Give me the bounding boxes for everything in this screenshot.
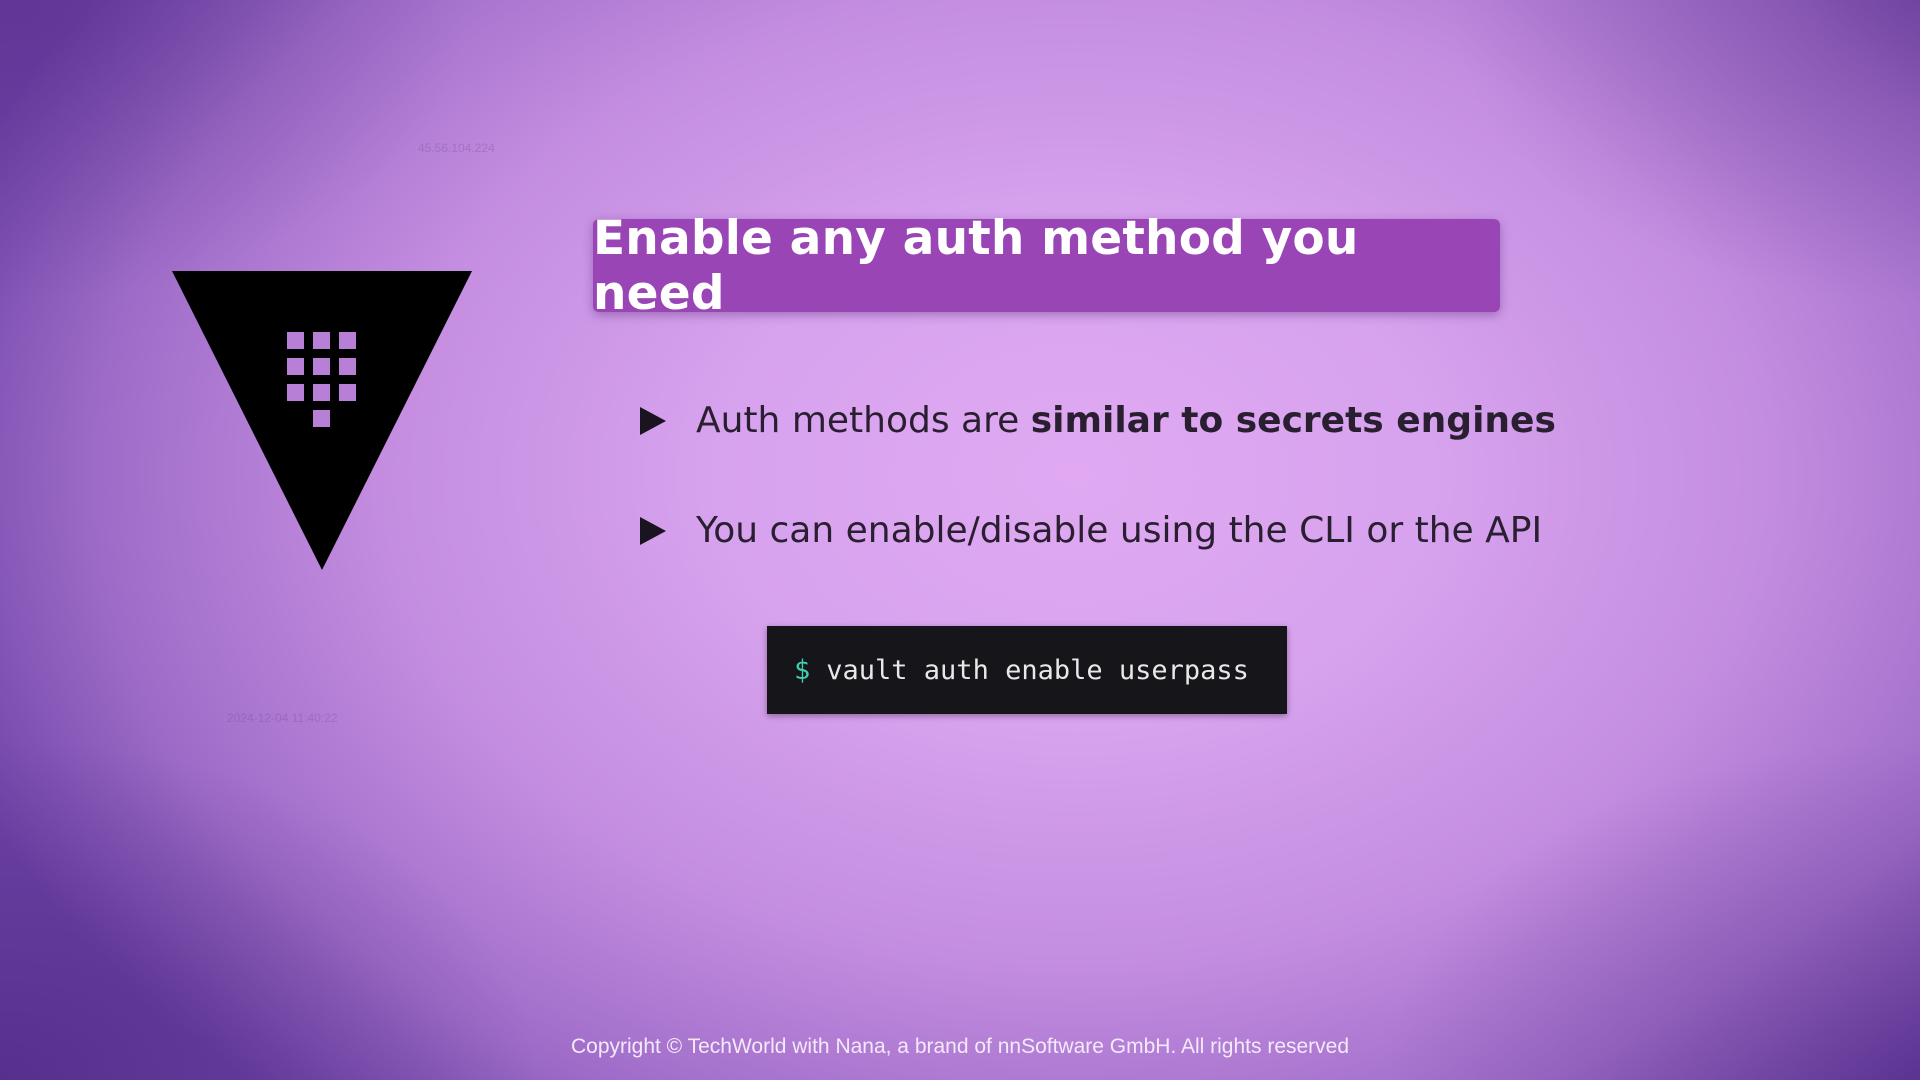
watermark-datetime: 2024-12-04 11:40:22 [227,711,338,725]
vault-logo-icon [172,271,472,570]
bullet-text: You can enable/disable using the CLI or … [696,510,1542,551]
slide-title: Enable any auth method you need [593,210,1359,321]
bullet-text-regular: Auth methods are [696,400,1031,441]
copyright-footer: Copyright © TechWorld with Nana, a brand… [570,1035,1350,1058]
terminal-prompt: $ [794,654,811,686]
bullet-text-regular: You can enable/disable using the CLI or … [696,510,1543,551]
bullet-text: Auth methods are similar to secrets engi… [696,400,1556,441]
bullet-item: Auth methods are similar to secrets engi… [640,400,1556,441]
bullet-text-bold: similar to secrets engines [1030,400,1556,441]
play-arrow-icon [640,516,666,545]
title-banner: Enable any auth method you need [593,211,1500,321]
bullet-item: You can enable/disable using the CLI or … [640,510,1542,551]
play-arrow-icon [640,406,666,435]
terminal-command: vault auth enable userpass [826,654,1249,686]
terminal-snippet: $ vault auth enable userpass [767,626,1287,714]
watermark-ip: 45.56.104.224 [418,141,495,155]
